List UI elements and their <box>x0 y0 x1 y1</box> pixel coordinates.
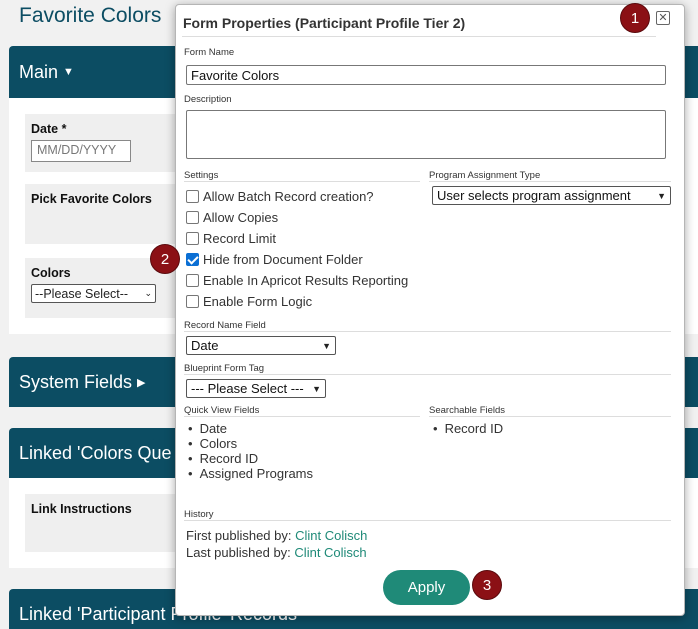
blueprint-divider <box>184 374 671 375</box>
title-divider <box>182 36 656 37</box>
quick-view-list: Date Colors Record ID Assigned Programs <box>184 421 313 481</box>
settings-label: Settings <box>184 170 219 181</box>
setting-enable-form-logic[interactable]: Enable Form Logic <box>186 294 312 309</box>
program-assignment-value: User selects program assignment <box>437 188 631 203</box>
blueprint-select[interactable]: --- Please Select --- ▼ <box>186 379 326 398</box>
form-properties-dialog: Form Properties (Participant Profile Tie… <box>175 4 685 616</box>
setting-enable-results-reporting[interactable]: Enable In Apricot Results Reporting <box>186 273 408 288</box>
colors-select-value: --Please Select-- <box>35 286 129 301</box>
checkbox-hide-document-folder[interactable] <box>186 253 199 266</box>
chevron-down-icon: ▼ <box>322 340 331 351</box>
close-button[interactable]: ✕ <box>656 11 670 25</box>
record-name-divider <box>184 331 671 332</box>
searchable-divider <box>429 416 671 417</box>
blueprint-value: --- Please Select --- <box>191 381 304 396</box>
list-item: Date <box>184 421 313 436</box>
setting-allow-copies[interactable]: Allow Copies <box>186 210 278 225</box>
section-system-fields-label: System Fields <box>19 371 133 392</box>
checkbox-record-limit[interactable] <box>186 232 199 245</box>
caret-right-icon: ▶ <box>137 376 146 389</box>
program-assignment-select[interactable]: User selects program assignment ▼ <box>432 186 671 205</box>
link-instructions-box: Link Instructions <box>25 494 185 552</box>
checkbox-allow-batch[interactable] <box>186 190 199 203</box>
setting-label: Record Limit <box>203 231 276 246</box>
last-published-label: Last published by: <box>186 545 291 560</box>
searchable-label: Searchable Fields <box>429 405 506 416</box>
last-published: Last published by: Clint Colisch <box>186 545 367 560</box>
list-item: Record ID <box>184 451 313 466</box>
history-label: History <box>184 509 214 520</box>
checkbox-allow-copies[interactable] <box>186 211 199 224</box>
chevron-down-icon: ▼ <box>312 383 321 394</box>
chevron-down-icon: ▼ <box>657 190 666 201</box>
first-published-label: First published by: <box>186 528 292 543</box>
pick-colors-box: Pick Favorite Colors <box>25 184 185 244</box>
pick-colors-label: Pick Favorite Colors <box>31 192 152 206</box>
program-assignment-divider <box>429 181 671 182</box>
setting-label: Enable Form Logic <box>203 294 313 309</box>
form-name-label: Form Name <box>184 47 235 58</box>
step-badge-2: 2 <box>150 244 180 274</box>
caret-down-icon: ▼ <box>63 66 74 78</box>
setting-allow-batch[interactable]: Allow Batch Record creation? <box>186 189 374 204</box>
date-field-box: Date * MM/DD/YYYY <box>25 114 185 172</box>
quick-view-label: Quick View Fields <box>184 405 260 416</box>
description-label: Description <box>184 94 232 105</box>
step-badge-1: 1 <box>620 3 650 33</box>
step-badge-3: 3 <box>472 570 502 600</box>
blueprint-label: Blueprint Form Tag <box>184 363 265 374</box>
setting-label: Hide from Document Folder <box>203 252 363 267</box>
checkbox-enable-results-reporting[interactable] <box>186 274 199 287</box>
record-name-select[interactable]: Date ▼ <box>186 336 336 355</box>
section-linked-colors-label: Linked 'Colors Que <box>19 442 172 463</box>
list-item: Record ID <box>429 421 504 436</box>
checkbox-enable-form-logic[interactable] <box>186 295 199 308</box>
page-title: Favorite Colors <box>19 4 162 27</box>
last-published-link[interactable]: Clint Colisch <box>294 545 366 560</box>
close-icon: ✕ <box>658 12 668 24</box>
setting-record-limit[interactable]: Record Limit <box>186 231 276 246</box>
date-input[interactable]: MM/DD/YYYY <box>31 140 131 162</box>
date-label: Date * <box>31 122 67 136</box>
first-published-link[interactable]: Clint Colisch <box>295 528 367 543</box>
record-name-label: Record Name Field <box>184 320 266 331</box>
description-textarea[interactable] <box>186 110 666 159</box>
link-instructions-label: Link Instructions <box>31 502 132 516</box>
apply-button[interactable]: Apply <box>383 570 470 605</box>
settings-divider <box>184 181 420 182</box>
record-name-value: Date <box>191 338 219 353</box>
chevron-down-icon: ⌄ <box>144 288 152 298</box>
quick-view-divider <box>184 416 420 417</box>
first-published: First published by: Clint Colisch <box>186 528 367 543</box>
history-divider <box>184 520 671 521</box>
program-assignment-label: Program Assignment Type <box>429 170 541 181</box>
list-item: Colors <box>184 436 313 451</box>
form-name-input[interactable]: Favorite Colors <box>186 65 666 85</box>
setting-hide-document-folder[interactable]: Hide from Document Folder <box>186 252 363 267</box>
setting-label: Allow Batch Record creation? <box>203 189 374 204</box>
colors-select[interactable]: --Please Select-- ⌄ <box>31 284 156 303</box>
setting-label: Allow Copies <box>203 210 279 225</box>
list-item: Assigned Programs <box>184 466 313 481</box>
section-main-label: Main <box>19 61 59 82</box>
dialog-title: Form Properties (Participant Profile Tie… <box>183 15 466 31</box>
setting-label: Enable In Apricot Results Reporting <box>203 273 409 288</box>
searchable-list: Record ID <box>429 421 504 436</box>
